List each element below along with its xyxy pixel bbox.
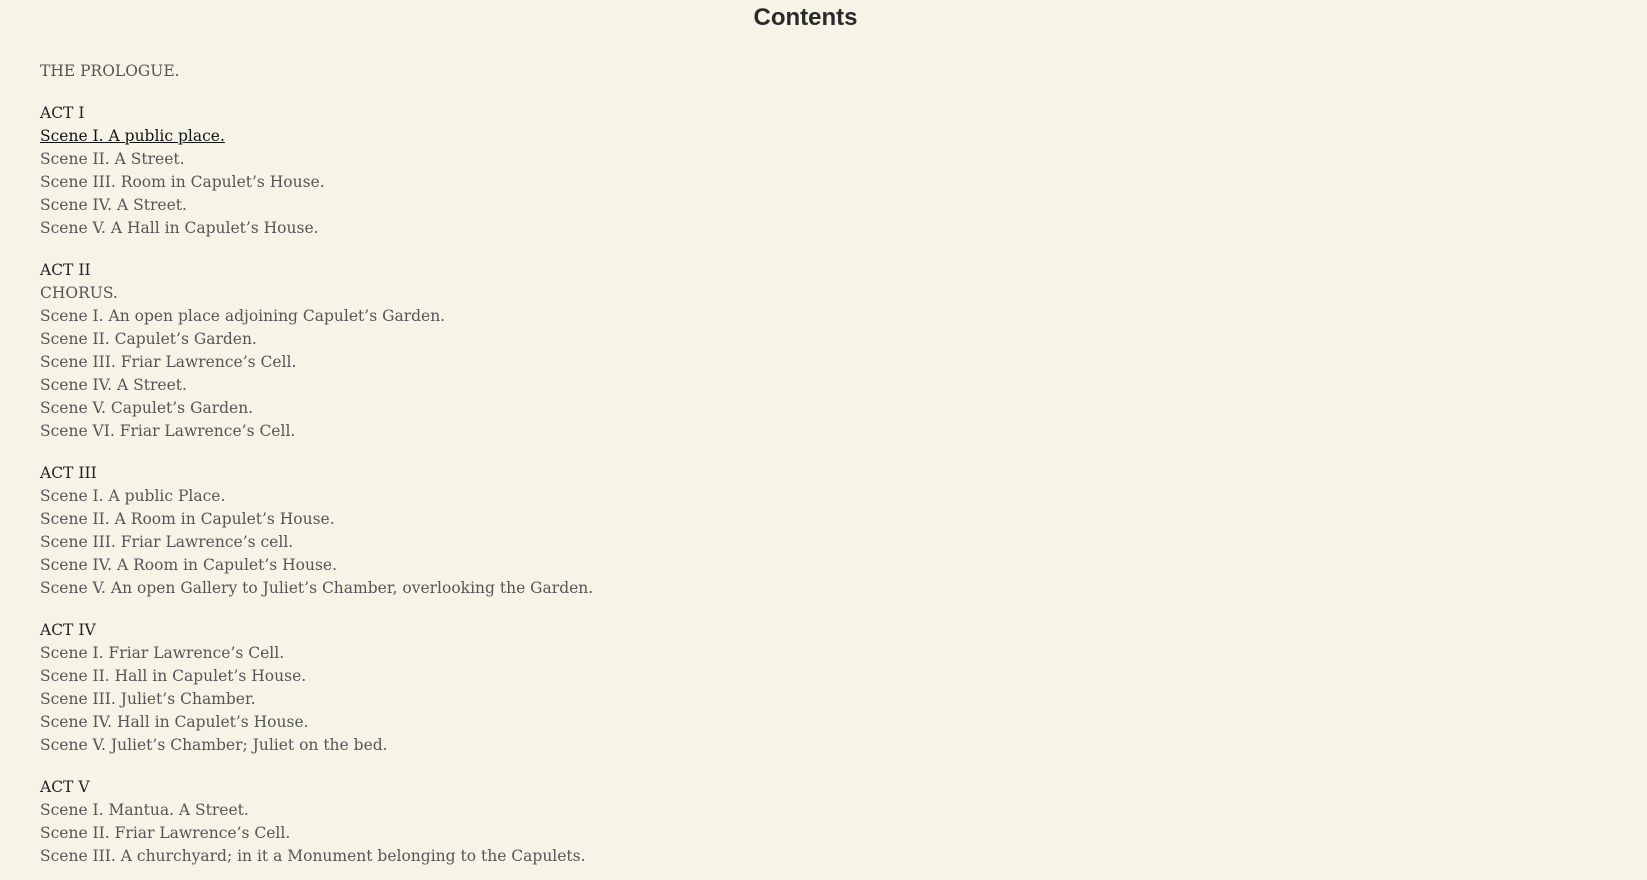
toc-link-act1-scene4[interactable]: Scene IV. A Street. (40, 196, 187, 214)
page-title: Contents (753, 4, 858, 31)
toc-link-act3-scene1[interactable]: Scene I. A public Place. (40, 487, 225, 505)
toc-link-act5-scene3[interactable]: Scene III. A churchyard; in it a Monumen… (40, 847, 586, 865)
toc-link-act2-scene4[interactable]: Scene IV. A Street. (40, 376, 187, 394)
toc-link-act3-scene3[interactable]: Scene III. Friar Lawrence’s cell. (40, 533, 293, 551)
act-heading: ACT III (40, 464, 97, 482)
toc-link-act1-scene1[interactable]: Scene I. A public place. (40, 127, 225, 145)
toc-link-act5-scene1[interactable]: Scene I. Mantua. A Street. (40, 801, 249, 819)
toc-link-act2-scene3[interactable]: Scene III. Friar Lawrence’s Cell. (40, 353, 296, 371)
act-heading: ACT I (40, 104, 85, 122)
act-heading: ACT V (40, 778, 90, 796)
toc-link-act1-scene3[interactable]: Scene III. Room in Capulet’s House. (40, 173, 325, 191)
toc-link-act4-scene3[interactable]: Scene III. Juliet’s Chamber. (40, 690, 256, 708)
toc-link-act2-scene2[interactable]: Scene II. Capulet’s Garden. (40, 330, 257, 348)
toc-link-act4-scene4[interactable]: Scene IV. Hall in Capulet’s House. (40, 713, 309, 731)
toc-link-act5-scene2[interactable]: Scene II. Friar Lawrence’s Cell. (40, 824, 290, 842)
toc-link-act1-scene2[interactable]: Scene II. A Street. (40, 150, 185, 168)
act-heading: ACT IV (40, 621, 96, 639)
toc-link-act4-scene1[interactable]: Scene I. Friar Lawrence’s Cell. (40, 644, 284, 662)
toc-link-prologue[interactable]: THE PROLOGUE. (40, 62, 180, 80)
toc-link-act2-scene1[interactable]: Scene I. An open place adjoining Capulet… (40, 307, 445, 325)
toc-link-act2-scene6[interactable]: Scene VI. Friar Lawrence’s Cell. (40, 422, 295, 440)
toc-link-act4-scene5[interactable]: Scene V. Juliet’s Chamber; Juliet on the… (40, 736, 388, 754)
toc-link-act1-scene5[interactable]: Scene V. A Hall in Capulet’s House. (40, 219, 319, 237)
toc-link-act3-scene2[interactable]: Scene II. A Room in Capulet’s House. (40, 510, 335, 528)
toc-link-act2-scene5[interactable]: Scene V. Capulet’s Garden. (40, 399, 253, 417)
act-heading: ACT II (40, 261, 91, 279)
toc-link-act2-chorus[interactable]: CHORUS. (40, 284, 118, 302)
table-of-contents: THE PROLOGUE. ACT I Scene I. A public pl… (40, 60, 593, 868)
toc-link-act3-scene4[interactable]: Scene IV. A Room in Capulet’s House. (40, 556, 337, 574)
toc-link-act3-scene5[interactable]: Scene V. An open Gallery to Juliet’s Cha… (40, 579, 593, 597)
toc-link-act4-scene2[interactable]: Scene II. Hall in Capulet’s House. (40, 667, 306, 685)
